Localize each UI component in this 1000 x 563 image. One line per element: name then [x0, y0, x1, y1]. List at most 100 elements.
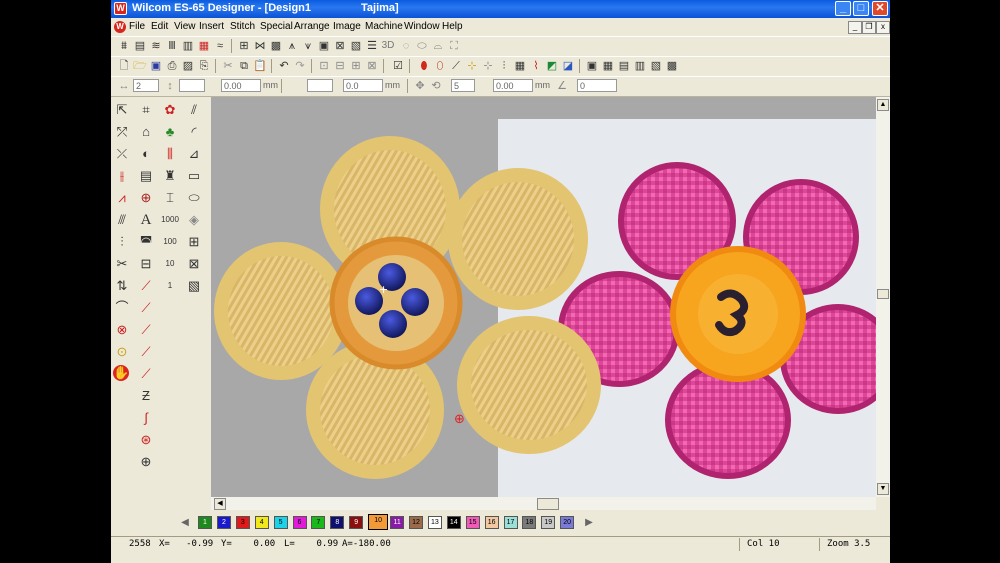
stitch-edit-icon[interactable]: ⫲ [113, 167, 131, 185]
color-swatch-13[interactable]: 13 [427, 516, 442, 529]
print-icon[interactable]: ⎙ [165, 59, 179, 73]
measure-icon[interactable]: ▤ [617, 59, 631, 73]
document-icon[interactable]: W [114, 21, 126, 33]
jump-icon[interactable]: ⟋ [137, 343, 155, 361]
color-swatch-12[interactable]: 12 [409, 516, 423, 529]
color-swatch-9[interactable]: 9 [349, 516, 364, 529]
bottle-icon[interactable]: ♜ [161, 167, 179, 185]
show-functions-icon[interactable]: ⊹ [481, 59, 495, 73]
spacing-percent-field[interactable] [307, 79, 333, 92]
horizontal-scrollbar[interactable]: ◀ [211, 497, 876, 510]
color-swatch-10[interactable]: 10 [368, 514, 389, 530]
globe-icon[interactable]: ⊕ [137, 189, 155, 207]
color-swatch-6[interactable]: 6 [292, 516, 307, 529]
applique-icon[interactable]: ⬭ [415, 39, 429, 53]
color-swatch-7[interactable]: 7 [311, 516, 326, 529]
scroll-left-arrow[interactable]: ◀ [214, 498, 226, 510]
show-grid-icon[interactable]: ▦ [513, 59, 527, 73]
move-icon[interactable]: ✥ [413, 79, 427, 93]
eflat-icon[interactable]: ⩛ [301, 39, 315, 53]
color-swatch-4[interactable]: 4 [254, 516, 269, 529]
color-swatch-5[interactable]: 5 [273, 516, 288, 529]
angle-field[interactable]: 0 [577, 79, 617, 92]
fancy-fill-icon[interactable]: ▦ [197, 39, 211, 53]
color-swatch-17[interactable]: 17 [503, 516, 518, 529]
contour-icon[interactable]: ◌ [399, 39, 413, 53]
show-connectors-icon[interactable]: ⊹ [465, 59, 479, 73]
tree-motif-icon[interactable]: ♣ [161, 123, 179, 141]
grid-tool-icon[interactable]: ▧ [185, 277, 203, 295]
rotate-icon[interactable]: ⟲ [429, 79, 443, 93]
zigzag-tool-icon[interactable]: ⩘ [113, 189, 131, 207]
triple-run-icon[interactable]: Ⅲ [165, 39, 179, 53]
trim-icon[interactable]: ⊗ [113, 321, 131, 339]
open-icon[interactable]: 🗁 [133, 59, 147, 73]
column-a-icon[interactable]: ⫽ [185, 101, 203, 119]
show-outlines-icon[interactable]: ⬯ [433, 59, 447, 73]
count-ten-icon[interactable]: 10 [161, 255, 179, 273]
monogram-icon[interactable]: ◚ [137, 233, 155, 251]
cut-icon[interactable]: ✂ [221, 59, 235, 73]
polyline-select-icon[interactable]: ⤱ [113, 123, 131, 141]
s-stitch-icon[interactable]: ∫ [137, 409, 155, 427]
select-icon[interactable]: ⇱ [113, 101, 131, 119]
cutwork-icon[interactable]: ⛶ [447, 39, 461, 53]
menu-arrange[interactable]: Arrange [294, 21, 330, 32]
lettering-icon[interactable]: A [137, 211, 155, 229]
paste-icon[interactable]: 📋 [253, 59, 267, 73]
vertical-scrollbar[interactable]: ▲ ▼ [876, 97, 890, 497]
save-icon[interactable]: ▣ [149, 59, 163, 73]
manual-stitch-icon[interactable]: ⟋ [137, 365, 155, 383]
menu-machine[interactable]: Machine [365, 21, 403, 32]
menu-stitch[interactable]: Stitch [230, 21, 255, 32]
color-swatch-1[interactable]: 1 [198, 516, 212, 529]
ellipse-icon[interactable]: ⬭ [185, 189, 203, 207]
z-stitch-icon[interactable]: Ƶ [137, 387, 155, 405]
run-tool-icon[interactable]: ⫼ [161, 145, 179, 163]
rotate-step-field[interactable]: 5 [451, 79, 475, 92]
show-reference-icon[interactable]: ⫶ [497, 59, 511, 73]
tie-in-icon[interactable]: ⟋ [137, 299, 155, 317]
trapunto-icon[interactable]: ⌓ [431, 39, 445, 53]
radial-icon[interactable]: ⊕ [137, 453, 155, 471]
stitch-length-field[interactable]: 2 [133, 79, 159, 92]
angle-icon[interactable]: ∠ [555, 79, 569, 93]
palette-right-arrow[interactable]: ▶ [582, 516, 596, 530]
wave-fill-icon[interactable]: ≈ [213, 39, 227, 53]
tie-off-icon[interactable]: ⟋ [137, 321, 155, 339]
menu-insert[interactable]: Insert [199, 21, 224, 32]
show-needle-icon[interactable]: ⟋ [449, 59, 463, 73]
hoop-icon[interactable]: ▣ [585, 59, 599, 73]
fence-icon[interactable]: ⌒ [113, 299, 131, 317]
redo-icon[interactable]: ↷ [293, 59, 307, 73]
cross-stitch-icon[interactable]: ⊠ [333, 39, 347, 53]
options-icon[interactable]: ▧ [649, 59, 663, 73]
number-icon[interactable]: 1000 [161, 211, 179, 229]
rectangle-icon[interactable]: ▭ [185, 167, 203, 185]
export-icon[interactable]: ⎘ [197, 59, 211, 73]
menu-window[interactable]: Window [404, 21, 440, 32]
palette-left-arrow[interactable]: ◀ [178, 516, 192, 530]
satin-tool-icon[interactable]: ⫻ [113, 211, 131, 229]
complex-fill-icon[interactable]: ⌂ [137, 123, 155, 141]
stipple-icon[interactable]: ▩ [269, 39, 283, 53]
spacing-field[interactable]: 0.0 [343, 79, 383, 92]
show-stitches-icon[interactable]: ⬮ [417, 59, 431, 73]
design-canvas[interactable]: ⊕ + [211, 97, 876, 497]
color-change-icon[interactable]: ⊙ [113, 343, 131, 361]
vertical-scroll-thumb[interactable] [877, 289, 889, 299]
flower-motif-icon[interactable]: ✿ [161, 101, 179, 119]
border-icon[interactable]: ⊿ [185, 145, 203, 163]
mdi-minimize-button[interactable]: _ [848, 21, 862, 34]
align-icon[interactable]: ⊠ [365, 59, 379, 73]
needle-icon[interactable]: ⤫ [113, 145, 131, 163]
color-swatch-11[interactable]: 11 [390, 516, 405, 529]
color-swatch-16[interactable]: 16 [484, 516, 499, 529]
show-bitmap-icon[interactable]: ◩ [545, 59, 559, 73]
undo-icon[interactable]: ↶ [277, 59, 291, 73]
circle-input-icon[interactable]: ◐ [137, 145, 155, 163]
color-swatch-20[interactable]: 20 [560, 516, 575, 529]
show-vector-icon[interactable]: ◪ [561, 59, 575, 73]
3d-icon[interactable]: 3D [381, 39, 395, 53]
zoom-box-icon[interactable]: ▩ [665, 59, 679, 73]
